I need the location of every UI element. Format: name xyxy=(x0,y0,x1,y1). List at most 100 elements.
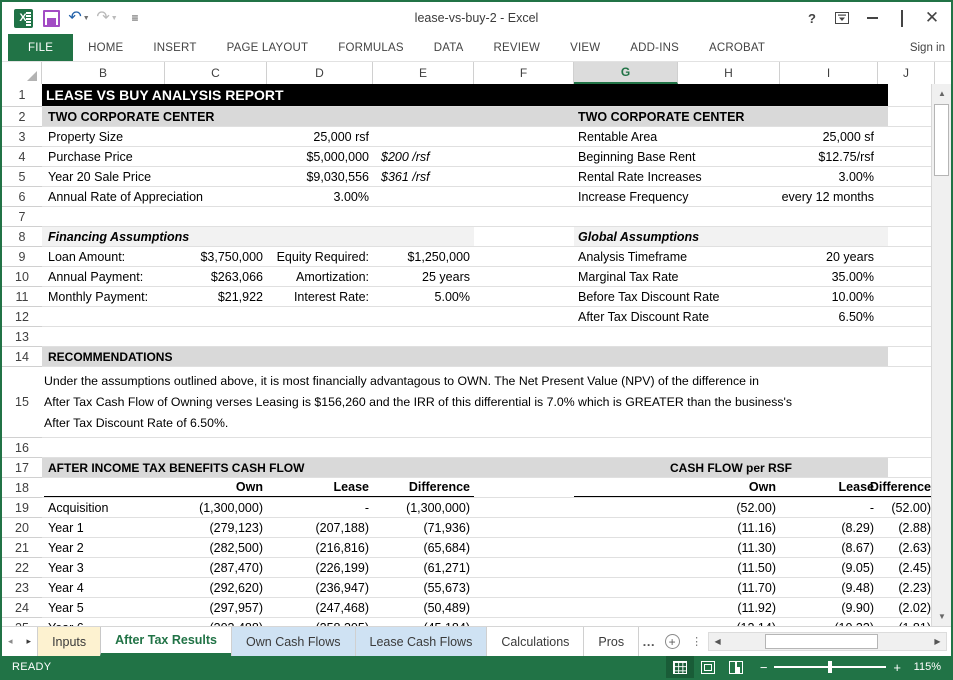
maximize-icon[interactable] xyxy=(887,5,917,31)
cell[interactable]: (258,305) xyxy=(267,618,373,627)
cell-grid[interactable]: LEASE VS BUY ANALYSIS REPORT TWO CORPORAT… xyxy=(42,84,931,626)
cell[interactable]: (2.02) xyxy=(878,598,931,617)
recommendation-text[interactable]: Under the assumptions outlined above, it… xyxy=(44,367,894,437)
cell[interactable]: (2.88) xyxy=(878,518,931,537)
cell[interactable]: (207,188) xyxy=(267,518,373,537)
cell[interactable]: $9,030,556 xyxy=(267,167,373,186)
cell[interactable]: TWO CORPORATE CENTER xyxy=(574,107,874,126)
ribbon-tab-file[interactable]: FILE xyxy=(8,34,74,61)
row-header-13[interactable]: 13 xyxy=(2,327,42,347)
row-header-19[interactable]: 19 xyxy=(2,498,42,518)
cell[interactable]: (11.50) xyxy=(678,558,780,577)
cell[interactable]: Year 1 xyxy=(44,518,165,537)
ribbon-tab-insert[interactable]: INSERT xyxy=(138,34,211,61)
zoom-control[interactable]: − + xyxy=(760,661,901,674)
ribbon-tab-review[interactable]: REVIEW xyxy=(479,34,556,61)
help-icon[interactable]: ? xyxy=(797,5,827,31)
zoom-out-button[interactable]: − xyxy=(760,661,768,674)
cell[interactable]: - xyxy=(267,498,373,517)
scroll-down-icon[interactable]: ▼ xyxy=(932,607,951,626)
page-layout-view-icon[interactable] xyxy=(694,656,722,678)
column-header-G[interactable]: G xyxy=(574,62,678,84)
cell[interactable]: 20 years xyxy=(678,247,878,266)
ribbon-tab-data[interactable]: DATA xyxy=(419,34,479,61)
row-header-21[interactable]: 21 xyxy=(2,538,42,558)
cell[interactable]: Year 2 xyxy=(44,538,165,557)
cell[interactable]: Global Assumptions xyxy=(574,227,874,246)
cell[interactable]: Lease xyxy=(267,478,373,497)
cell[interactable]: (12.14) xyxy=(678,618,780,627)
cell[interactable]: Interest Rate: xyxy=(267,287,373,306)
sheet-overflow-icon[interactable]: … xyxy=(638,627,659,656)
cell[interactable]: (236,947) xyxy=(267,578,373,597)
column-header-J[interactable]: J xyxy=(878,62,935,84)
cell[interactable]: every 12 months xyxy=(678,187,878,206)
cell[interactable]: TWO CORPORATE CENTER xyxy=(44,107,344,126)
sheet-tab-pros[interactable]: Pros xyxy=(583,627,640,656)
cell[interactable]: $361 /rsf xyxy=(377,167,467,186)
cell[interactable]: (287,470) xyxy=(165,558,267,577)
row-header-22[interactable]: 22 xyxy=(2,558,42,578)
cell[interactable]: Difference xyxy=(870,478,931,497)
cell[interactable]: (71,936) xyxy=(373,518,474,537)
ribbon-tab-formulas[interactable]: FORMULAS xyxy=(323,34,419,61)
cell[interactable]: Own xyxy=(165,478,267,497)
column-header-I[interactable]: I xyxy=(780,62,878,84)
excel-app-icon[interactable]: X xyxy=(10,6,36,30)
cell[interactable]: (226,199) xyxy=(267,558,373,577)
cell[interactable]: (292,620) xyxy=(165,578,267,597)
cell[interactable]: (50,489) xyxy=(373,598,474,617)
column-header-B[interactable]: B xyxy=(42,62,165,84)
ribbon-tab-add-ins[interactable]: ADD-INS xyxy=(615,34,694,61)
cell[interactable]: (45,184) xyxy=(373,618,474,627)
ribbon-tab-acrobat[interactable]: ACROBAT xyxy=(694,34,780,61)
cell[interactable]: (9.05) xyxy=(780,558,878,577)
cell[interactable]: (282,500) xyxy=(165,538,267,557)
cell[interactable]: (9.90) xyxy=(780,598,878,617)
select-all-corner[interactable] xyxy=(2,62,42,84)
zoom-slider[interactable] xyxy=(774,661,887,674)
row-header-20[interactable]: 20 xyxy=(2,518,42,538)
row-header-2[interactable]: 2 xyxy=(2,107,42,127)
row-header-17[interactable]: 17 xyxy=(2,458,42,478)
cell[interactable]: Difference xyxy=(373,478,474,497)
cell[interactable]: Year 3 xyxy=(44,558,165,577)
row-header-14[interactable]: 14 xyxy=(2,347,42,367)
cell[interactable]: (1,300,000) xyxy=(373,498,474,517)
cell[interactable]: 3.00% xyxy=(678,167,878,186)
cell[interactable]: 3.00% xyxy=(267,187,373,206)
sign-in-link[interactable]: Sign in xyxy=(910,34,945,62)
cell[interactable]: (9.48) xyxy=(780,578,878,597)
sheet-tab-inputs[interactable]: Inputs xyxy=(37,627,102,656)
split-handle[interactable]: ⋮ xyxy=(685,627,708,656)
row-header-8[interactable]: 8 xyxy=(2,227,42,247)
cell[interactable]: $200 /rsf xyxy=(377,147,467,166)
page-break-preview-icon[interactable] xyxy=(722,656,750,678)
cell[interactable]: AFTER INCOME TAX BENEFITS CASH FLOW xyxy=(44,458,444,477)
minimize-icon[interactable] xyxy=(857,5,887,31)
cell[interactable]: (247,468) xyxy=(267,598,373,617)
cell[interactable]: (11.30) xyxy=(678,538,780,557)
cell[interactable] xyxy=(44,478,165,497)
normal-view-icon[interactable] xyxy=(665,656,694,678)
horizontal-scroll-thumb[interactable] xyxy=(765,634,879,649)
undo-button[interactable]: ↶ ▼ xyxy=(66,6,92,30)
redo-button[interactable]: ↷ ▼ xyxy=(94,6,120,30)
cell[interactable]: Amortization: xyxy=(267,267,373,286)
cell[interactable]: $263,066 xyxy=(165,267,267,286)
row-header-16[interactable]: 16 xyxy=(2,438,42,458)
cell[interactable]: (11.16) xyxy=(678,518,780,537)
cell[interactable]: 5.00% xyxy=(375,287,474,306)
cell[interactable]: 25,000 sf xyxy=(678,127,878,146)
cell[interactable]: (297,957) xyxy=(165,598,267,617)
ribbon-tab-view[interactable]: VIEW xyxy=(555,34,615,61)
vertical-scroll-thumb[interactable] xyxy=(934,104,949,176)
cell[interactable]: (55,673) xyxy=(373,578,474,597)
sheet-tab-lease-cash-flows[interactable]: Lease Cash Flows xyxy=(354,627,488,656)
cell[interactable]: Acquisition xyxy=(44,498,165,517)
row-header-12[interactable]: 12 xyxy=(2,307,42,327)
cell[interactable]: (1,300,000) xyxy=(165,498,267,517)
cell[interactable]: (10.33) xyxy=(780,618,878,627)
sheet-tab-after-tax-results[interactable]: After Tax Results xyxy=(100,627,233,656)
column-header-D[interactable]: D xyxy=(267,62,373,84)
